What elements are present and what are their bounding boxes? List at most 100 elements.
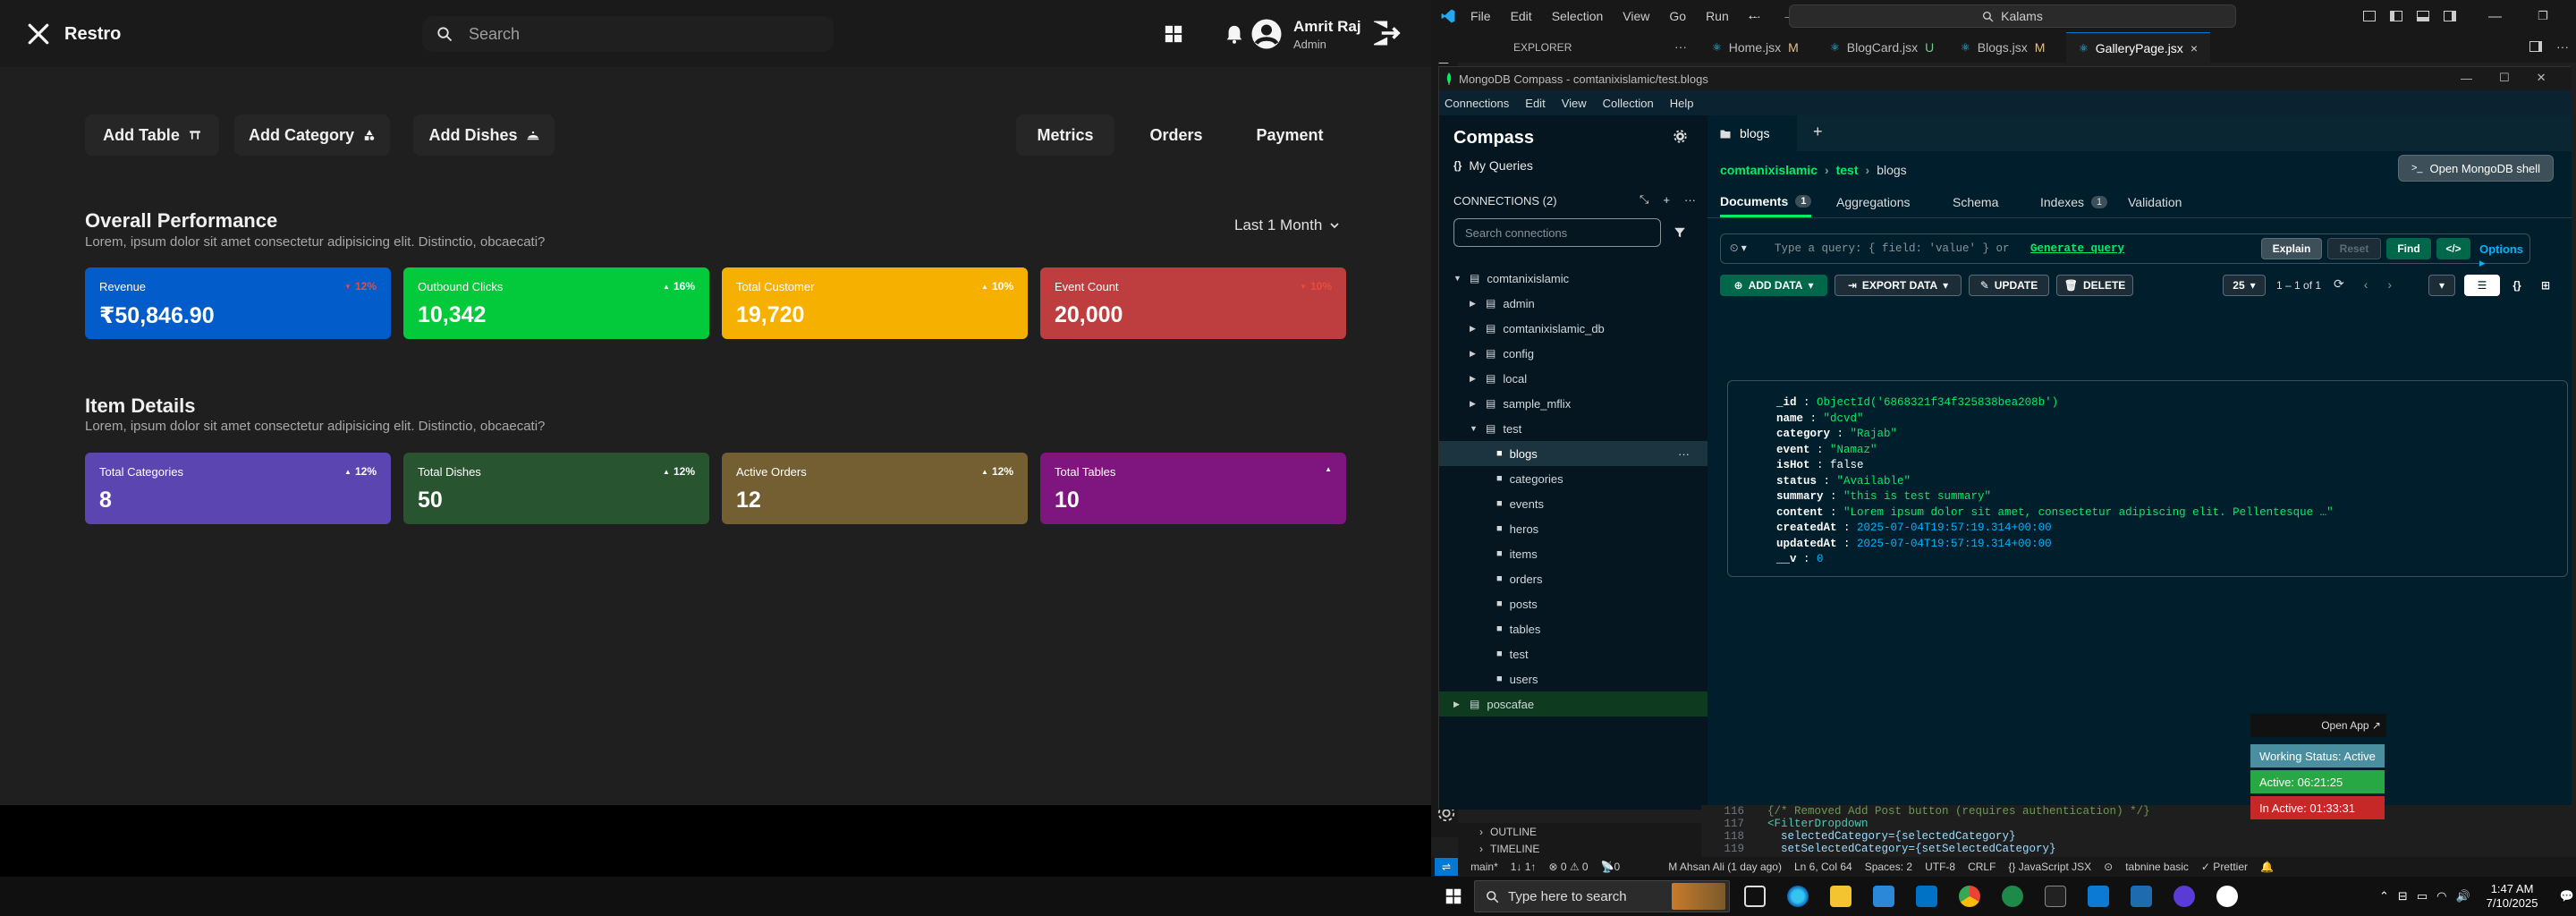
- update-button[interactable]: ✎ UPDATE: [1969, 275, 2049, 296]
- cursor-position[interactable]: Ln 6, Col 64: [1794, 861, 1852, 873]
- connections-more-icon[interactable]: ···: [1684, 193, 1696, 207]
- tree-item-db[interactable]: ▼ ▤ test: [1439, 416, 1707, 441]
- tree-item-coll[interactable]: ■ test: [1439, 641, 1707, 666]
- windows-start-icon[interactable]: [1445, 888, 1462, 904]
- tree-item-db[interactable]: ▶ ▤ admin: [1439, 291, 1707, 316]
- store-icon[interactable]: [1873, 886, 1894, 907]
- tree-item-coll[interactable]: ■ users: [1439, 666, 1707, 691]
- compass-menu-item[interactable]: View: [1562, 97, 1587, 110]
- breadcrumb-database[interactable]: test: [1836, 163, 1859, 177]
- zoom-icon[interactable]: [2174, 886, 2195, 907]
- options-toggle[interactable]: Options ▸: [2479, 242, 2529, 270]
- add-connection-icon[interactable]: +: [1663, 193, 1670, 207]
- export-data-button[interactable]: ⇥ EXPORT DATA ▾: [1835, 275, 1962, 296]
- tree-item-coll[interactable]: ■ blogs ···: [1439, 441, 1707, 466]
- notifications-button[interactable]: [1215, 14, 1254, 54]
- restro-search[interactable]: [422, 16, 834, 52]
- find-button[interactable]: Find: [2386, 238, 2431, 259]
- tray-chevron-up-icon[interactable]: ⌃: [2379, 889, 2389, 903]
- restro-logo[interactable]: Restro: [27, 18, 121, 50]
- git-sync[interactable]: 1↓ 1↑: [1511, 861, 1537, 873]
- git-branch[interactable]: main*: [1470, 861, 1498, 873]
- list-view-button[interactable]: ☰: [2464, 275, 2500, 296]
- tab-payment[interactable]: Payment: [1238, 114, 1342, 156]
- tray-clock[interactable]: 1:47 AM 7/10/2025: [2487, 882, 2538, 911]
- copilot-icon[interactable]: ⊙: [2104, 861, 2113, 873]
- tab-orders[interactable]: Orders: [1129, 114, 1224, 156]
- compass-menu-item[interactable]: Connections: [1445, 97, 1509, 110]
- layout-icon[interactable]: [2363, 11, 2376, 21]
- search-connections-input[interactable]: Search connections: [1453, 218, 1661, 247]
- editor-tab[interactable]: ⚛ GalleryPage.jsx ×: [2066, 32, 2210, 63]
- tree-item-db[interactable]: ▶ ▤ comtanixislamic_db: [1439, 316, 1707, 341]
- collapse-all-icon[interactable]: ⤡: [1640, 192, 1648, 207]
- tree-item-coll[interactable]: ■ events: [1439, 491, 1707, 516]
- filter-icon[interactable]: [1674, 226, 1686, 239]
- menu-item[interactable]: Edit: [1511, 9, 1532, 23]
- outline-section[interactable]: › OUTLINE: [1479, 826, 1537, 838]
- vscode-insiders-icon[interactable]: [2131, 886, 2152, 907]
- tree-item-conn[interactable]: ▼ ▤ comtanixislamic: [1439, 266, 1707, 291]
- delete-button[interactable]: 🗑 DELETE: [2056, 275, 2133, 296]
- open-app-button[interactable]: Open App ↗: [2250, 714, 2386, 737]
- restore-icon[interactable]: ❐: [2538, 9, 2548, 23]
- tabnine-status[interactable]: tabnine basic: [2125, 861, 2189, 873]
- compass-taskbar-icon[interactable]: [2002, 886, 2023, 907]
- remote-icon[interactable]: ⇌: [1435, 858, 1459, 876]
- editor-more-icon[interactable]: ···: [2556, 39, 2569, 54]
- user-menu[interactable]: Amrit Raj Admin: [1250, 16, 1361, 52]
- compass-close-icon[interactable]: ✕: [2537, 71, 2546, 85]
- tree-item-coll[interactable]: ■ orders: [1439, 566, 1707, 591]
- compass-menu-item[interactable]: Help: [1670, 97, 1694, 110]
- back-arrow-icon[interactable]: ←: [1746, 8, 1760, 24]
- open-shell-button[interactable]: >_ Open MongoDB shell: [2398, 155, 2554, 182]
- task-view-icon[interactable]: [1744, 886, 1766, 907]
- split-editor-icon[interactable]: [2529, 41, 2542, 52]
- prettier-status[interactable]: ✓ Prettier: [2201, 861, 2248, 873]
- add-dishes-button[interactable]: Add Dishes: [413, 114, 555, 156]
- new-tab-plus-icon[interactable]: +: [1813, 123, 1823, 141]
- outlook-icon[interactable]: [1916, 886, 1937, 907]
- editor-tab[interactable]: ⚛ Home.jsx M: [1699, 32, 1811, 63]
- tray-volume-icon[interactable]: 🔊: [2455, 889, 2470, 903]
- subtab-documents[interactable]: Documents 1: [1720, 187, 1812, 217]
- tray-wifi-icon[interactable]: ◠: [2436, 889, 2446, 903]
- dashboard-button[interactable]: [1154, 14, 1193, 54]
- problems-count[interactable]: ⊗ 0 ⚠ 0: [1548, 861, 1588, 873]
- compass-menu-item[interactable]: Edit: [1525, 97, 1545, 110]
- next-page-icon[interactable]: ›: [2387, 277, 2392, 292]
- settings-gear-icon[interactable]: [1674, 130, 1687, 143]
- json-view-button[interactable]: {}: [2504, 275, 2530, 296]
- tray-battery-icon[interactable]: ▭: [2417, 889, 2428, 903]
- tree-item-coll[interactable]: ■ posts: [1439, 591, 1707, 616]
- language-mode[interactable]: {} JavaScript JSX: [2008, 861, 2091, 873]
- git-blame[interactable]: M Ahsan Ali (1 day ago): [1668, 861, 1782, 873]
- add-category-button[interactable]: Add Category: [234, 114, 390, 156]
- query-history-icon[interactable]: ⏲ ▾: [1730, 242, 1747, 255]
- line-ending[interactable]: CRLF: [1968, 861, 1996, 873]
- subtab-schema[interactable]: Schema: [1953, 187, 1998, 217]
- page-size-select[interactable]: 25 ▾: [2223, 275, 2266, 296]
- view-toggle-dropdown[interactable]: ▾: [2428, 275, 2455, 296]
- add-table-button[interactable]: Add Table: [85, 114, 219, 156]
- file-explorer-icon[interactable]: [1830, 886, 1852, 907]
- vscode-taskbar-icon[interactable]: [2088, 886, 2109, 907]
- menu-item[interactable]: View: [1623, 9, 1649, 23]
- timeline-section[interactable]: › TIMELINE: [1479, 843, 1539, 855]
- subtab-aggregations[interactable]: Aggregations: [1836, 187, 1911, 217]
- edge-browser-icon[interactable]: [1787, 886, 1809, 907]
- menu-item[interactable]: Run: [1706, 9, 1729, 23]
- tree-item-db[interactable]: ▶ ▤ config: [1439, 341, 1707, 366]
- tree-item-coll[interactable]: ■ items: [1439, 541, 1707, 566]
- document-card[interactable]: _id : ObjectId('6868321f34f325838bea208b…: [1727, 380, 2568, 577]
- menu-item[interactable]: Go: [1669, 9, 1686, 23]
- logout-button[interactable]: [1370, 18, 1401, 48]
- query-code-button[interactable]: </>: [2436, 238, 2470, 259]
- explain-button[interactable]: Explain: [2261, 238, 2322, 259]
- minimize-icon[interactable]: —: [2488, 9, 2502, 24]
- tree-item-coll[interactable]: ■ categories: [1439, 466, 1707, 491]
- encoding[interactable]: UTF-8: [1925, 861, 1955, 873]
- restro-search-input[interactable]: [469, 24, 809, 44]
- secondary-sidebar-icon[interactable]: [2444, 11, 2456, 21]
- taskbar-search[interactable]: Type here to search: [1474, 880, 1730, 912]
